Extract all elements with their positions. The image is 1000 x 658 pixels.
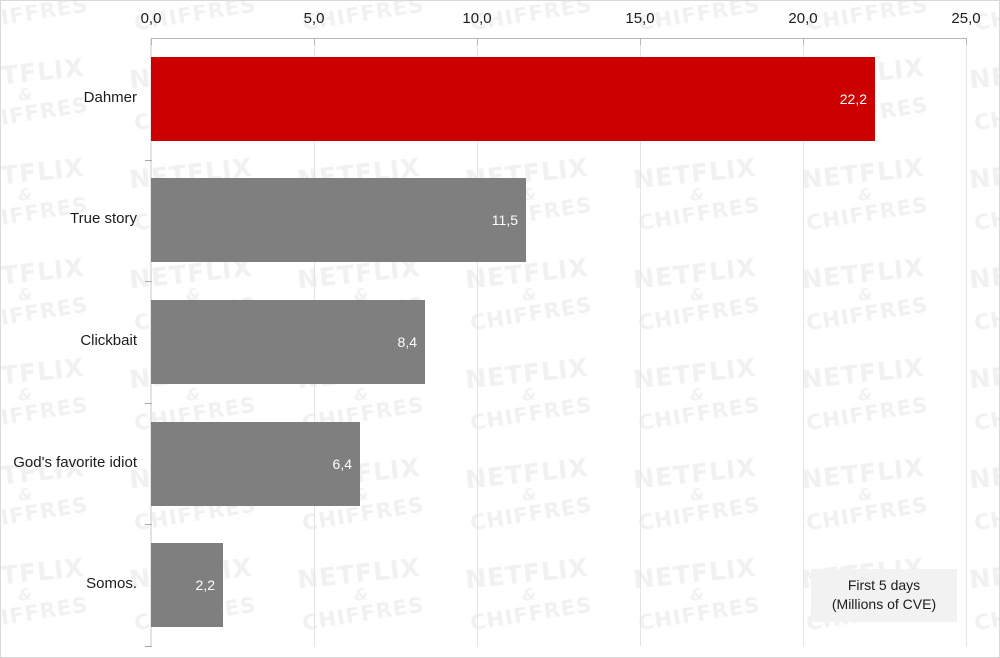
watermark-text: NETFLIX&CHIFFRES (274, 652, 448, 657)
watermark-text: NETFLIX&CHIFFRES (799, 352, 930, 436)
watermark-text: NETFLIX&CHIFFRES (463, 252, 594, 336)
watermark-text: NETFLIX&CHIFFRES (967, 152, 1000, 236)
y-tick-mark (145, 403, 152, 404)
x-tick-label: 5,0 (303, 10, 325, 27)
watermark-text: NETFLIX&CHIFFRES (295, 552, 426, 636)
watermark-text: NETFLIX&CHIFFRES (106, 652, 280, 657)
bar: 11,5 (151, 178, 526, 262)
bar: 22,2 (151, 57, 875, 141)
watermark-text: NETFLIX&CHIFFRES (967, 452, 1000, 536)
bar-value-label: 11,5 (491, 212, 518, 228)
bar-chart-figure: NETFLIX&CHIFFRESNETFLIX&CHIFFRESNETFLIX&… (0, 0, 1000, 658)
x-axis-line (151, 38, 967, 39)
watermark-text: NETFLIX&CHIFFRES (442, 652, 616, 657)
y-tick-mark (145, 281, 152, 282)
bar-value-label: 2,2 (195, 577, 215, 593)
category-label: Clickbait (80, 332, 137, 349)
watermark-text: NETFLIX&CHIFFRES (631, 552, 762, 636)
bar: 6,4 (151, 422, 360, 506)
watermark-text: NETFLIX&CHIFFRES (967, 252, 1000, 336)
x-tick-label: 10,0 (462, 10, 492, 27)
legend-line-2: (Millions of CVE) (831, 595, 937, 612)
gridline-25-0 (966, 38, 967, 646)
watermark-text: NETFLIX&CHIFFRES (631, 452, 762, 536)
bar-value-label: 8,4 (397, 334, 417, 350)
y-tick-mark (145, 524, 152, 525)
category-label: God's favorite idiot (13, 453, 137, 471)
watermark-text: NETFLIX&CHIFFRES (1, 252, 90, 336)
x-tick-mark (803, 38, 804, 45)
watermark-text: NETFLIX&CHIFFRES (463, 352, 594, 436)
watermark-text: NETFLIX&CHIFFRES (631, 152, 762, 236)
bar: 8,4 (151, 300, 425, 384)
watermark-text: NETFLIX&CHIFFRES (1, 1, 90, 36)
watermark-text: NETFLIX&CHIFFRES (967, 352, 1000, 436)
legend-box: First 5 days (Millions of CVE) (811, 569, 957, 622)
watermark-text: NETFLIX&CHIFFRES (1, 552, 90, 636)
category-label: True story (70, 210, 137, 228)
bar-value-label: 6,4 (332, 456, 352, 472)
category-label: Dahmer (83, 88, 137, 106)
watermark-text: NETFLIX&CHIFFRES (631, 252, 762, 336)
x-tick-label: 15,0 (625, 10, 655, 27)
category-label: Somos. (86, 575, 137, 593)
watermark-text: NETFLIX&CHIFFRES (799, 252, 930, 336)
bar: 2,2 (151, 543, 223, 627)
bar-value-label: 22,2 (839, 91, 867, 107)
watermark-text: NETFLIX&CHIFFRES (778, 652, 952, 657)
x-tick-label: 20,0 (788, 10, 818, 27)
y-tick-mark (145, 160, 152, 161)
watermark-text: NETFLIX&CHIFFRES (631, 352, 762, 436)
watermark-text: NETFLIX&CHIFFRES (1, 652, 112, 657)
watermark-text: NETFLIX&CHIFFRES (799, 152, 930, 236)
watermark-text: NETFLIX&CHIFFRES (799, 452, 930, 536)
legend-line-1: First 5 days (847, 577, 921, 593)
watermark-text: NETFLIX&CHIFFRES (967, 52, 1000, 136)
x-tick-mark (477, 38, 478, 45)
y-tick-mark (145, 646, 152, 647)
watermark-text: NETFLIX&CHIFFRES (1, 352, 90, 436)
x-tick-mark (314, 38, 315, 45)
watermark-text: NETFLIX&CHIFFRES (463, 452, 594, 536)
watermark-text: NETFLIX&CHIFFRES (463, 552, 594, 636)
watermark-text: NETFLIX&CHIFFRES (610, 652, 784, 657)
x-tick-mark (640, 38, 641, 45)
x-tick-label: 0,0 (140, 10, 162, 27)
watermark-text: NETFLIX&CHIFFRES (946, 652, 999, 657)
x-tick-mark (966, 38, 967, 45)
x-tick-mark (151, 38, 152, 45)
x-tick-label: 25,0 (951, 10, 981, 27)
